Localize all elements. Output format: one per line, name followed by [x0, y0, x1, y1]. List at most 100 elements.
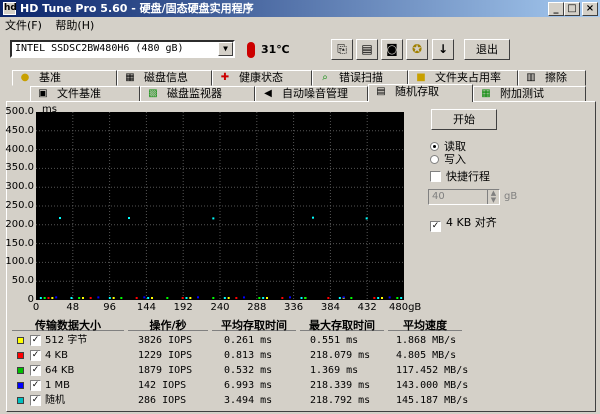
menu-help[interactable]: 帮助(H): [50, 17, 99, 34]
data-point: [120, 297, 123, 299]
save-button[interactable]: ↓: [432, 39, 454, 60]
series-color-swatch: [17, 397, 24, 404]
tab-random-access[interactable]: ▤ 随机存取: [368, 84, 473, 102]
tab-aam[interactable]: ◀ 自动噪音管理: [255, 86, 368, 102]
y-tick-label: 450.0: [5, 124, 34, 136]
row-speed-value: 143.000 MB/s: [396, 380, 469, 391]
exit-button[interactable]: 退出: [464, 39, 510, 60]
tab-health[interactable]: ✚ 健康状态: [212, 70, 312, 86]
row-ops-value: 1879 IOPS: [138, 365, 193, 376]
stroke-unit: gB: [504, 191, 518, 202]
y-tick-label: 150.0: [5, 237, 34, 249]
row-size-label: 4 KB: [45, 350, 68, 361]
tab-label: 附加测试: [500, 87, 544, 100]
col-header-max: 最大存取时间: [300, 317, 384, 332]
data-point: [212, 217, 215, 220]
data-point: [97, 296, 100, 299]
y-tick-label: 500.0: [5, 106, 34, 117]
data-point: [212, 297, 215, 299]
table-row: ✓ 64 KB 1879 IOPS 0.532 ms 1.369 ms 117.452 M…: [12, 363, 468, 378]
chevron-down-icon[interactable]: ▼: [218, 42, 233, 56]
data-point: [47, 297, 50, 299]
data-point: [112, 297, 115, 299]
read-radio-dot[interactable]: [430, 142, 439, 151]
tab-label: 文件基准: [57, 87, 101, 100]
row-avg-value: 0.261 ms: [224, 335, 273, 346]
copy-text-button[interactable]: ⎘: [331, 39, 353, 60]
options-button[interactable]: ✪: [406, 39, 428, 60]
clipboard-icon: ▤: [361, 42, 373, 56]
series-checkbox[interactable]: ✓: [30, 395, 41, 406]
y-tick-label: 400.0: [5, 143, 34, 155]
data-point: [43, 297, 46, 299]
series-checkbox[interactable]: ✓: [30, 350, 41, 361]
align-4kb-box[interactable]: ✓: [430, 221, 441, 232]
temperature-value: 31℃: [261, 43, 290, 56]
magnifier-icon: ⌕: [322, 72, 328, 83]
x-tick-label: 288: [247, 302, 267, 313]
data-point: [51, 297, 54, 299]
chart-icon: ▧: [148, 88, 158, 99]
tab-label: 基准: [39, 71, 61, 84]
col-header-size: 传输数据大小: [12, 317, 124, 332]
tab-label: 擦除: [545, 71, 567, 84]
y-tick-label: 50.0: [11, 275, 34, 287]
x-tick-label: 96: [103, 302, 116, 313]
maximize-button[interactable]: □: [564, 2, 580, 16]
data-point: [300, 297, 303, 299]
data-point: [235, 297, 238, 299]
grid-icon: ▦: [125, 72, 135, 83]
data-point: [281, 297, 284, 299]
tab-erase[interactable]: ▥ 擦除: [518, 70, 586, 86]
minimize-button[interactable]: _: [548, 2, 564, 16]
series-checkbox[interactable]: ✓: [30, 365, 41, 376]
spin-arrows-icon[interactable]: ▲ ▼: [487, 190, 499, 204]
tab-label: 磁盘监视器: [167, 87, 222, 100]
data-point: [166, 297, 169, 299]
row-avg-value: 0.532 ms: [224, 365, 273, 376]
row-speed-value: 1.868 MB/s: [396, 335, 457, 346]
row-avg-value: 3.494 ms: [224, 395, 273, 406]
series-checkbox[interactable]: ✓: [30, 380, 41, 391]
y-tick-label: 100.0: [5, 256, 34, 268]
copy-info-button[interactable]: ▤: [356, 39, 378, 60]
row-size-label: 64 KB: [45, 365, 75, 376]
data-point: [381, 297, 383, 299]
window-title: HD Tune Pro 5.60 - 硬盘/固态硬盘实用程序: [20, 2, 254, 15]
close-button[interactable]: ×: [582, 2, 598, 16]
data-point: [151, 297, 153, 299]
data-point: [197, 296, 199, 299]
drive-select[interactable]: INTEL SSDSC2BW480H6 (480 gB) ▼: [10, 40, 235, 58]
table-row: ✓ 1 MB 142 IOPS 6.993 ms 218.339 ms 143.000 M…: [12, 378, 468, 393]
x-tick-label: 336: [284, 302, 304, 313]
row-max-value: 1.369 ms: [310, 365, 359, 376]
series-checkbox[interactable]: ✓: [30, 335, 41, 346]
plot-svg: [36, 112, 404, 300]
read-radio[interactable]: 读取: [430, 140, 466, 153]
data-point: [82, 297, 84, 299]
align-4kb-checkbox[interactable]: ✓ 4 KB 对齐: [430, 216, 497, 232]
row-ops-value: 1229 IOPS: [138, 350, 193, 361]
screenshot-button[interactable]: ◙: [381, 39, 403, 60]
app-icon: hd: [3, 2, 17, 15]
stroke-size-input[interactable]: 40 ▲ ▼: [428, 189, 500, 205]
tab-disk-info[interactable]: ▦ 磁盘信息: [117, 70, 212, 86]
data-point: [365, 217, 368, 220]
write-radio[interactable]: 写入: [430, 153, 466, 166]
short-stroke-box[interactable]: [430, 171, 441, 182]
y-tick-label: 350.0: [5, 162, 34, 174]
bulb-icon: ●: [20, 72, 30, 83]
short-stroke-label: 快捷行程: [446, 170, 490, 183]
data-point: [59, 217, 61, 220]
write-radio-dot[interactable]: [430, 155, 439, 164]
data-point: [55, 296, 58, 299]
tab-benchmark[interactable]: ● 基准: [12, 70, 117, 86]
tab-extra-tests[interactable]: ▦ 附加测试: [473, 86, 586, 102]
table-row: ✓ 4 KB 1229 IOPS 0.813 ms 218.079 ms 4.805 MB…: [12, 348, 462, 363]
short-stroke-checkbox[interactable]: 快捷行程: [430, 170, 490, 183]
start-button[interactable]: 开始: [431, 109, 497, 130]
series-color-swatch: [17, 352, 24, 359]
menu-file[interactable]: 文件(F): [0, 17, 47, 34]
tab-file-benchmark[interactable]: ▣ 文件基准: [30, 86, 140, 102]
tab-disk-monitor[interactable]: ▧ 磁盘监视器: [140, 86, 255, 102]
